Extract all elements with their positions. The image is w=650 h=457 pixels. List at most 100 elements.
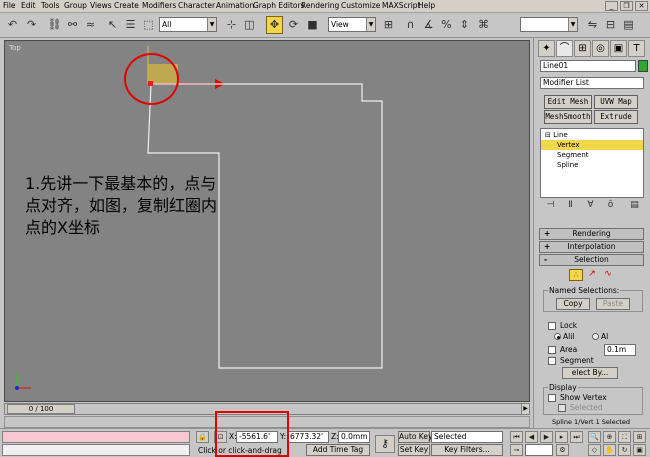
modifier-stack[interactable]: ⊟ Line Vertex Segment Spline (540, 128, 644, 198)
zoom-extents-icon[interactable]: ⛶ (618, 431, 631, 443)
key-mode-dropdown[interactable]: Selected (431, 431, 503, 443)
mirror-icon[interactable]: ⇋ (584, 16, 601, 34)
bind-space-warp-icon[interactable]: ≈ (82, 16, 99, 34)
layer-manager-icon[interactable]: ▤ (620, 16, 637, 34)
close-icon[interactable]: ✕ (635, 1, 648, 11)
key-mode-toggle-icon[interactable]: ⊸ (510, 444, 523, 456)
minimize-icon[interactable]: _ (605, 1, 618, 11)
object-name-field[interactable]: Line01 (540, 60, 636, 72)
create-tab-icon[interactable]: ✦ (538, 40, 555, 57)
stack-item-line[interactable]: ⊟ Line (541, 130, 643, 140)
menu-create[interactable]: Create (114, 1, 139, 10)
select-and-link-icon[interactable]: ⛓ (46, 16, 63, 34)
select-by-name-icon[interactable]: ☰ (122, 16, 139, 34)
named-selection-dropdown[interactable]: ▼ (520, 17, 578, 32)
z-coordinate-field[interactable]: 0.0mm (338, 431, 370, 443)
show-selected-checkbox[interactable] (558, 404, 566, 412)
snaps-toggle-icon[interactable]: ∩ (402, 16, 419, 34)
track-bar[interactable] (4, 416, 530, 428)
arc-rotate-icon[interactable]: ↻ (618, 444, 631, 456)
zoom-all-icon[interactable]: ⊕ (603, 431, 616, 443)
maxscript-listener-input[interactable] (2, 431, 190, 443)
menu-tools[interactable]: Tools (41, 1, 59, 10)
add-time-tag-button[interactable]: Add Time Tag (306, 444, 370, 456)
unlink-icon[interactable]: ⚯ (64, 16, 81, 34)
selected-vertex[interactable] (148, 81, 153, 86)
rendering-rollout[interactable]: + Rendering (539, 228, 644, 240)
segment-end-checkbox[interactable] (548, 357, 556, 365)
show-vertex-checkbox[interactable] (548, 394, 556, 402)
viewport-top[interactable]: Top 1.先讲一下最基本的，点与 点对齐，如图，复制红圈内 点的X坐标 (4, 40, 530, 402)
extrude-button[interactable]: Extrude (594, 110, 638, 124)
select-and-scale-icon[interactable]: ■ (304, 16, 321, 34)
stack-item-vertex[interactable]: Vertex (541, 140, 643, 150)
undo-icon[interactable]: ↶ (4, 16, 21, 34)
make-unique-icon[interactable]: ∀ (582, 198, 599, 212)
time-slider-thumb[interactable]: 0 / 100 (7, 404, 75, 414)
configure-modifier-sets-icon[interactable]: ▤ (626, 198, 643, 212)
stack-item-spline[interactable]: Spline (541, 160, 643, 170)
interpolation-rollout[interactable]: + Interpolation (539, 241, 644, 253)
utilities-tab-icon[interactable]: T (628, 40, 645, 57)
play-icon[interactable]: ▶ (540, 431, 553, 443)
selection-filter-dropdown[interactable]: All ▼ (159, 17, 217, 32)
selection-rollout[interactable]: - Selection (539, 254, 644, 266)
set-key-button[interactable]: Set Key (398, 444, 430, 456)
menu-animation[interactable]: Animation (216, 1, 254, 10)
modify-tab-icon[interactable]: ⌒ (556, 40, 573, 57)
menu-group[interactable]: Group (64, 1, 87, 10)
menu-graph-editors[interactable]: Graph Editors (253, 1, 305, 10)
paste-button[interactable]: Paste (596, 298, 630, 310)
key-filters-button[interactable]: Key Filters... (431, 444, 503, 456)
chevron-right-icon[interactable]: ▶ (521, 404, 529, 414)
pivot-center-icon[interactable]: ⊞ (380, 16, 397, 34)
motion-tab-icon[interactable]: ◎ (592, 40, 609, 57)
select-and-rotate-icon[interactable]: ⟳ (285, 16, 302, 34)
meshsmooth-button[interactable]: MeshSmooth (544, 110, 592, 124)
select-by-button[interactable]: elect By... (562, 367, 618, 379)
menu-modifiers[interactable]: Modifiers (142, 1, 176, 10)
redo-icon[interactable]: ↷ (23, 16, 40, 34)
segment-subobject-icon[interactable]: ↗ (585, 269, 599, 281)
menu-edit[interactable]: Edit (21, 1, 36, 10)
time-slider[interactable]: 0 / 100 ▶ (4, 403, 530, 415)
selection-region-icon[interactable]: ⬚ (140, 16, 157, 34)
angle-snap-icon[interactable]: ∡ (420, 16, 437, 34)
absolute-mode-icon[interactable]: ⊡ (214, 431, 227, 443)
maximize-viewport-icon[interactable]: ▣ (633, 444, 646, 456)
edit-mesh-button[interactable]: Edit Mesh (544, 95, 592, 109)
menu-customize[interactable]: Customize (341, 1, 380, 10)
previous-frame-icon[interactable]: ◀ (525, 431, 538, 443)
field-of-view-icon[interactable]: ◇ (588, 444, 601, 456)
area-value-field[interactable]: 0.1m (604, 344, 636, 356)
stack-item-segment[interactable]: Segment (541, 150, 643, 160)
align-icon[interactable]: ⊟ (602, 16, 619, 34)
menu-help[interactable]: Help (418, 1, 435, 10)
area-selection-checkbox[interactable] (548, 346, 556, 354)
vertex-subobject-icon[interactable]: ∴ (569, 269, 583, 281)
percent-snap-icon[interactable]: % (438, 16, 455, 34)
display-tab-icon[interactable]: ▣ (610, 40, 627, 57)
lock-handles-checkbox[interactable] (548, 322, 556, 330)
menu-rendering[interactable]: Rendering (301, 1, 339, 10)
go-to-end-icon[interactable]: ⏭ (570, 431, 583, 443)
object-color-swatch[interactable] (638, 60, 648, 72)
copy-button[interactable]: Copy (556, 298, 590, 310)
restore-icon[interactable]: ❐ (620, 1, 633, 11)
menu-maxscript[interactable]: MAXScript (382, 1, 421, 10)
alike-radio[interactable] (554, 333, 561, 340)
select-object-icon[interactable]: ↖ (104, 16, 121, 34)
modifier-list-dropdown[interactable]: Modifier List (540, 77, 644, 89)
auto-key-button[interactable]: Auto Key (398, 431, 432, 443)
show-end-result-icon[interactable]: Ⅱ (562, 198, 579, 212)
menu-views[interactable]: Views (90, 1, 112, 10)
next-frame-icon[interactable]: ▸ (555, 431, 568, 443)
reference-coordinate-dropdown[interactable]: View ▼ (328, 17, 376, 32)
go-to-start-icon[interactable]: ⏮ (510, 431, 523, 443)
pan-icon[interactable]: ✋ (603, 444, 616, 456)
spline-subobject-icon[interactable]: ∿ (601, 269, 615, 281)
hierarchy-tab-icon[interactable]: ⊞ (574, 40, 591, 57)
x-coordinate-field[interactable]: -5561.6' (236, 431, 278, 443)
all-radio[interactable] (592, 333, 599, 340)
named-selection-sets-icon[interactable]: ⌘ (475, 16, 492, 34)
